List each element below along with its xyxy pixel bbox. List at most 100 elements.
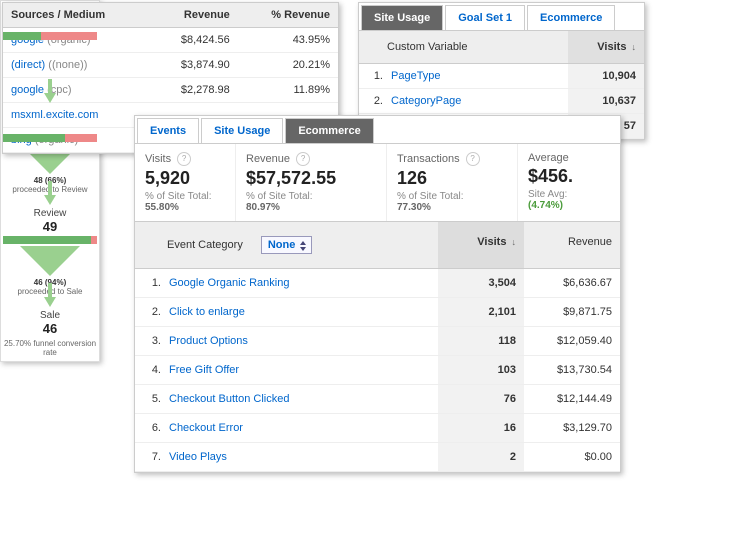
tab-site-usage[interactable]: Site Usage	[361, 5, 443, 30]
funnel-bar	[3, 134, 97, 142]
row-index: 5.	[135, 385, 165, 413]
col-pct-revenue[interactable]: % Revenue	[238, 3, 338, 28]
help-icon[interactable]: ?	[177, 152, 191, 166]
tab-events[interactable]: Events	[137, 118, 199, 143]
table-row: 2.Click to enlarge2,101$9,871.75	[135, 298, 620, 327]
trans-sub1: % of Site Total:	[397, 191, 464, 202]
arrow-down-icon	[44, 195, 56, 205]
visits-cell: 2	[438, 443, 524, 471]
stage-count: 49	[1, 219, 99, 234]
visits-cell: 10,904	[568, 64, 644, 88]
revenue-label: Revenue	[246, 153, 290, 165]
event-category-link[interactable]: Click to enlarge	[169, 306, 245, 318]
source-link[interactable]: (direct)	[11, 59, 45, 71]
sort-arrow-icon: ↓	[512, 237, 517, 247]
row-index: 6.	[135, 414, 165, 442]
revenue-sub2: 80.97%	[246, 202, 280, 213]
row-index: 4.	[135, 356, 165, 384]
table-row: (direct) ((none)) $3,874.9020.21%	[3, 53, 338, 78]
col-visits-2[interactable]: Visits ↓	[438, 222, 524, 268]
custom-variable-link[interactable]: PageType	[391, 70, 441, 82]
visits-cell: 16	[438, 414, 524, 442]
visits-cell: 10,637	[568, 89, 644, 113]
stage-label: Sale	[1, 310, 99, 321]
avg-sub1: Site Avg:	[528, 189, 567, 200]
revenue-cell: $13,730.54	[524, 356, 620, 384]
visits-cell: 118	[438, 327, 524, 355]
col-revenue-2[interactable]: Revenue	[524, 222, 620, 268]
event-category-link[interactable]: Free Gift Offer	[169, 364, 239, 376]
row-index: 1.	[359, 64, 387, 88]
col-visits-2-label: Visits	[477, 236, 506, 248]
arrow-down-icon	[44, 297, 56, 307]
help-icon[interactable]: ?	[296, 152, 310, 166]
row-index: 7.	[135, 443, 165, 471]
revenue-cell: $12,059.40	[524, 327, 620, 355]
revenue-value: $57,572.55	[246, 168, 376, 189]
pct-cell: 20.21%	[238, 53, 338, 78]
visits-cell: 3,504	[438, 269, 524, 297]
avg-value: $456.	[528, 166, 610, 187]
event-category-link[interactable]: Video Plays	[169, 451, 227, 463]
revenue-cell: $12,144.49	[524, 385, 620, 413]
revenue-cell: $6,636.67	[524, 269, 620, 297]
table-row: 7. Video Plays 2$0.00	[135, 443, 620, 472]
dropoff-segment	[65, 134, 97, 142]
visits-label: Visits	[145, 153, 171, 165]
row-index: 1.	[135, 269, 165, 297]
visits-cell: 103	[438, 356, 524, 384]
funnel-bar	[3, 32, 97, 40]
row-index: 2.	[135, 298, 165, 326]
avg-label: Average	[528, 152, 569, 164]
funnel-stage: Review49	[1, 205, 99, 234]
visits-value: 5,920	[145, 168, 225, 189]
visits-sub2: 55.80%	[145, 202, 179, 213]
pct-cell: 43.95%	[238, 28, 338, 53]
tab-site-usage-2[interactable]: Site Usage	[201, 118, 283, 143]
trans-value: 126	[397, 168, 507, 189]
revenue-cell: $0.00	[524, 443, 620, 471]
source-link[interactable]: google	[11, 84, 44, 96]
col-custom-variable[interactable]: Custom Variable	[359, 31, 568, 63]
event-category-link[interactable]: Checkout Error	[169, 422, 243, 434]
sources-header-row: Sources / Medium Revenue % Revenue	[3, 3, 338, 28]
revenue-cell: $3,874.90	[151, 53, 238, 78]
custom-variable-link[interactable]: CategoryPage	[391, 95, 461, 107]
summary-visits: Visits? 5,920 % of Site Total:55.80%	[135, 144, 236, 221]
help-icon[interactable]: ?	[466, 152, 480, 166]
summary-average: Average $456. Site Avg:(4.74%)	[518, 144, 620, 221]
table-row: 5.Checkout Button Clicked76$12,144.49	[135, 385, 620, 414]
col-visits-label: Visits	[597, 41, 626, 53]
visits-sub1: % of Site Total:	[145, 191, 212, 202]
revenue-cell: $9,871.75	[524, 298, 620, 326]
cvar-tabs: Site Usage Goal Set 1 Ecommerce	[359, 3, 644, 30]
event-category-link[interactable]: Product Options	[169, 335, 248, 347]
cvar-header: Custom Variable Visits ↓	[359, 30, 644, 64]
dropoff-segment	[41, 32, 97, 40]
event-category-link[interactable]: Google Organic Ranking	[169, 277, 289, 289]
col-visits[interactable]: Visits ↓	[568, 31, 644, 63]
tab-goal-set-1[interactable]: Goal Set 1	[445, 5, 525, 30]
funnel-trapezoid-icon	[20, 246, 80, 276]
col-sources[interactable]: Sources / Medium	[3, 3, 151, 28]
col-event-category[interactable]: Event Category	[167, 239, 243, 251]
funnel-bar	[3, 236, 97, 244]
event-category-header: Event Category None Visits ↓ Revenue	[135, 222, 620, 269]
table-row: 6.Checkout Error16$3,129.70	[135, 414, 620, 443]
row-index: 2.	[359, 89, 387, 113]
secondary-dimension-dropdown[interactable]: None	[261, 236, 313, 254]
trans-sub2: 77.30%	[397, 202, 431, 213]
tab-ecommerce-2[interactable]: Ecommerce	[285, 118, 373, 143]
summary-transactions: Transactions? 126 % of Site Total:77.30%	[387, 144, 518, 221]
funnel-conversion-rate: 25.70% funnel conversion rate	[1, 339, 99, 357]
medium-label: ((none))	[48, 59, 87, 71]
col-revenue[interactable]: Revenue	[151, 3, 238, 28]
table-row: 2. CategoryPage 10,637	[359, 89, 644, 114]
event-category-link[interactable]: Checkout Button Clicked	[169, 393, 289, 405]
source-link[interactable]: msxml.excite.com	[11, 109, 98, 121]
tab-ecommerce[interactable]: Ecommerce	[527, 5, 615, 30]
ecom-tabs: Events Site Usage Ecommerce	[135, 116, 620, 143]
dropoff-segment	[91, 236, 97, 244]
stage-count: 46	[1, 321, 99, 336]
trans-label: Transactions	[397, 153, 460, 165]
